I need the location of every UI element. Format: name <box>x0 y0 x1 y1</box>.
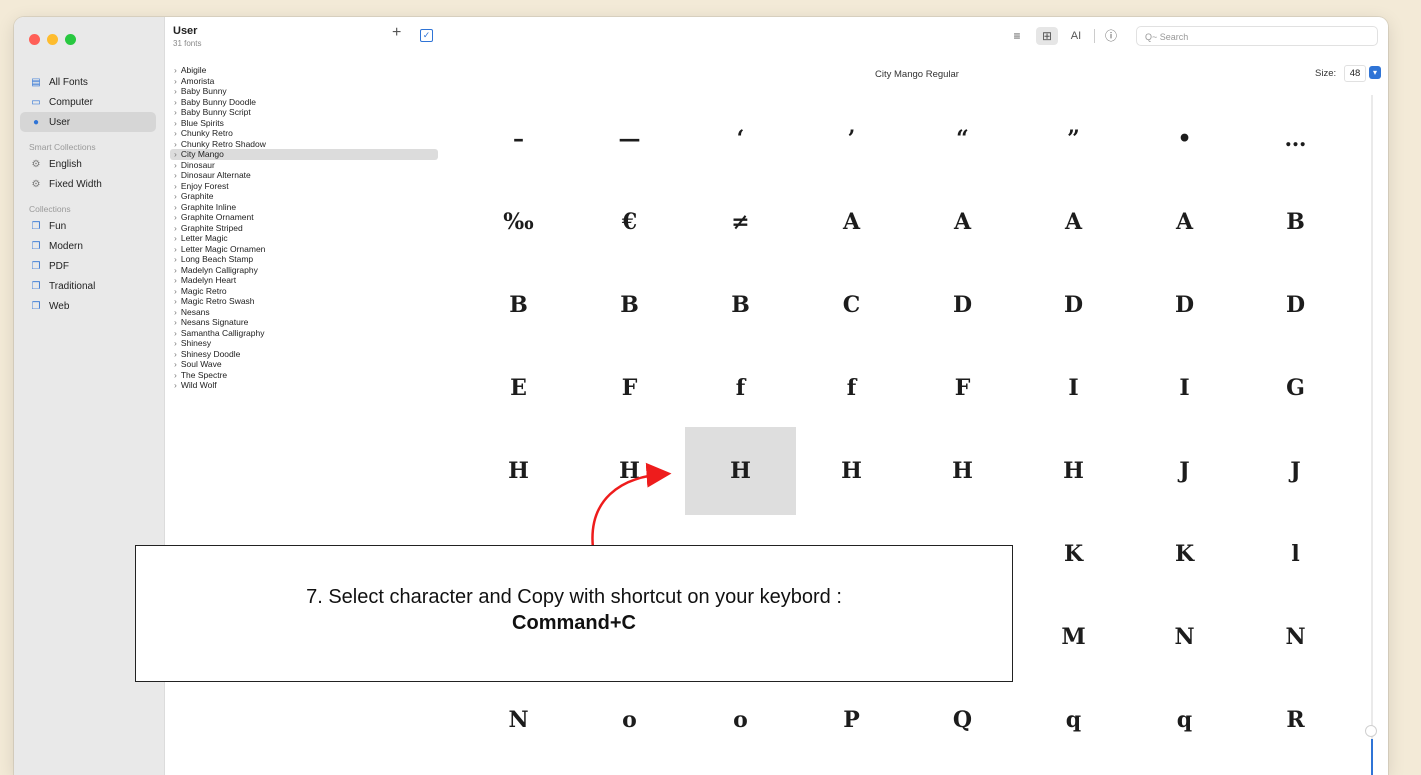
instruction-callout: 7. Select character and Copy with shortc… <box>135 545 1013 682</box>
annotation-arrow-path <box>591 462 672 549</box>
shortcut-text: Command+C <box>512 612 636 634</box>
instruction-text: 7. Select character and Copy with shortc… <box>306 586 842 608</box>
